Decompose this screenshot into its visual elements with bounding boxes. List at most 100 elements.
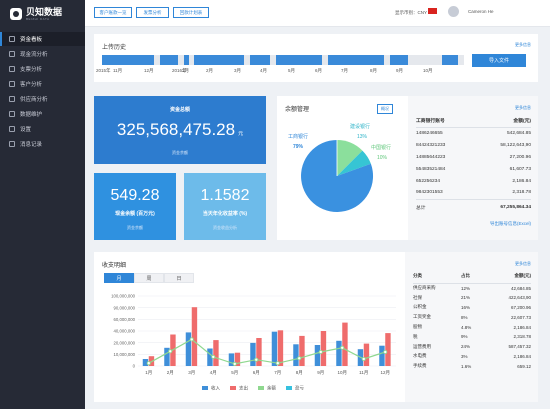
- pie-pct-icbc: 79%: [293, 144, 304, 150]
- cash-balance-link[interactable]: 资金余额: [94, 225, 176, 231]
- x-tick-label: 5月: [231, 370, 238, 376]
- accounts-more-link[interactable]: 更多信息: [515, 105, 531, 111]
- category-cell: 税: [413, 333, 418, 339]
- amount-cell: 2,186.84: [513, 324, 531, 330]
- overview-tag[interactable]: 概况: [377, 104, 393, 114]
- account-row[interactable]: 652256234 2,186.84: [416, 175, 531, 187]
- total-funds-link[interactable]: 资金余额: [94, 150, 266, 156]
- amount-cell: 22,607.73: [510, 314, 531, 320]
- message-icon: [9, 141, 15, 147]
- sidebar-item-label: 客户分析: [20, 82, 43, 88]
- share-cell: 4.8%: [461, 324, 472, 330]
- balance-line: [148, 338, 386, 365]
- china-flag-icon[interactable]: [428, 8, 437, 14]
- yield-rate-link[interactable]: 资金收益分析: [184, 225, 266, 231]
- upload-timeline[interactable]: [102, 55, 464, 65]
- customer-ledger-button[interactable]: 客户账款一览: [94, 7, 132, 18]
- x-tick-label: 12月: [380, 370, 390, 376]
- sidebar-item-5[interactable]: 数据维护: [0, 107, 85, 121]
- timeline-label: 3月: [234, 68, 242, 73]
- x-tick-label: 11月: [359, 370, 368, 376]
- yield-rate-card: 1.1582 当天年化收益率 (%) 资金收益分析: [184, 173, 266, 240]
- user-name[interactable]: Cameron He: [468, 9, 494, 14]
- export-accounts-link[interactable]: 导出账号信息(Excel): [490, 221, 531, 227]
- distribution-table: 分类 占比 金额(元) 供应商采购 12% 42,684.85 社保 21% 422,64…: [413, 270, 531, 371]
- bar-支出-6: [277, 330, 284, 366]
- sidebar-item-6[interactable]: 设置: [0, 122, 85, 136]
- tab-day[interactable]: 日: [164, 273, 194, 283]
- y-tick-label: 90,000,000: [113, 305, 135, 310]
- account-row[interactable]: 1486246655 542,684.85: [416, 127, 531, 139]
- category-cell: 运营费用: [413, 343, 431, 349]
- cashflow-panel: 收支明细 月 周 日 100,000,000 90,000,000 60,000,0…: [94, 252, 538, 402]
- yield-rate-label: 当天年化收益率 (%): [202, 211, 248, 217]
- category-cell: 水电费: [413, 353, 427, 359]
- account-number: 1486246655: [416, 130, 443, 136]
- timeline-label: 7月: [341, 68, 349, 73]
- distribution-row[interactable]: 手续费 1.6% 659.12: [413, 361, 531, 371]
- distribution-row[interactable]: 运营费用 24% 587,457.32: [413, 342, 531, 352]
- category-cell: 工资奖金: [413, 314, 431, 320]
- distribution-row[interactable]: 社保 21% 422,643,90: [413, 293, 531, 303]
- account-row[interactable]: 9842301553 2,318.78: [416, 187, 531, 199]
- invoice-analysis-button[interactable]: 发票分析: [136, 7, 169, 18]
- distribution-row[interactable]: 水电费 3% 2,186.84: [413, 352, 531, 362]
- import-file-button[interactable]: 导入文件: [472, 54, 526, 67]
- total-funds-card: 资金总额 325,568,475.28 元 资金余额: [94, 96, 266, 164]
- bar-支出-7: [299, 335, 305, 366]
- bar-支出-5: [256, 338, 262, 366]
- brand-name: 贝知数据: [26, 6, 63, 17]
- x-tick-label: 1月: [145, 370, 152, 376]
- pie-pct-ccb: 13%: [357, 134, 368, 140]
- sidebar: 贝知数据 BEIZHI DATA 资金看板现金流分析支票分析客户分析供应商分析数…: [0, 0, 85, 409]
- balance-point-3: [211, 354, 216, 359]
- sidebar-item-2[interactable]: 支票分析: [0, 62, 85, 76]
- tab-month[interactable]: 月: [104, 273, 134, 283]
- timeline-label: 6月: [315, 68, 323, 73]
- y-tick-label: 20,000,000: [113, 340, 135, 345]
- y-tick-label: 60,000,000: [113, 317, 135, 322]
- avatar[interactable]: [448, 6, 459, 17]
- sidebar-item-label: 消息记录: [20, 142, 43, 148]
- sidebar-item-label: 现金流分析: [20, 52, 48, 58]
- legend-swatch: [202, 386, 208, 390]
- brand-sub: BEIZHI DATA: [26, 16, 50, 21]
- sidebar-item-0[interactable]: 资金看板: [0, 32, 85, 46]
- distribution-row[interactable]: 工资奖金 8% 22,607.73: [413, 312, 531, 322]
- currency-selector[interactable]: 显示币别：CNY: [395, 10, 427, 16]
- sidebar-item-7[interactable]: 消息记录: [0, 137, 85, 151]
- total-funds-label: 资金总额: [169, 107, 190, 113]
- chart-icon: [9, 51, 15, 57]
- sidebar-item-3[interactable]: 客户分析: [0, 77, 85, 91]
- collection-plan-button[interactable]: 回款计划表: [173, 7, 209, 18]
- upload-more-link[interactable]: 更多信息: [515, 42, 531, 48]
- share-cell: 8%: [461, 314, 468, 320]
- bar-收入-8: [314, 345, 321, 366]
- distribution-row[interactable]: 股物 4.8% 2,186.84: [413, 322, 531, 332]
- account-row[interactable]: 84424321233 58,122,643,90: [416, 139, 531, 151]
- cashflow-title: 收支明细: [102, 263, 127, 269]
- account-row[interactable]: 14885644223 27,200.96: [416, 151, 531, 163]
- timeline-label: 8月: [370, 68, 378, 73]
- sidebar-item-4[interactable]: 供应商分析: [0, 92, 85, 106]
- sidebar-item-1[interactable]: 现金流分析: [0, 47, 85, 61]
- account-amount: 542,684.85: [506, 130, 531, 136]
- bar-收入-9: [336, 340, 342, 366]
- balance-point-9: [340, 345, 345, 350]
- x-tick-label: 8月: [296, 370, 303, 376]
- distribution-row[interactable]: 供应商采购 12% 42,684.85: [413, 283, 531, 293]
- timeline-label: 2015年: [96, 68, 111, 73]
- distribution-row[interactable]: 公积金 16% 67,200.96: [413, 303, 531, 313]
- x-tick-label: 3月: [188, 370, 195, 376]
- cashflow-more-link[interactable]: 更多信息: [515, 261, 531, 267]
- account-row[interactable]: 55483521484 61,607.73: [416, 163, 531, 175]
- timeline-label: 2月: [206, 68, 214, 73]
- bar-支出-3: [213, 340, 219, 366]
- distribution-row[interactable]: 税 9% 2,318.78: [413, 332, 531, 342]
- pie-label-icbc: 工商银行: [288, 134, 309, 140]
- tab-week[interactable]: 周: [134, 273, 164, 283]
- account-table: 工商银行账号 金额(元) 1486246655 542,684.85 8442432…: [416, 115, 531, 215]
- brand-logo[interactable]: 贝知数据 BEIZHI DATA: [10, 5, 62, 23]
- sidebar-item-label: 供应商分析: [20, 97, 48, 103]
- timeline-label: 10月: [423, 68, 433, 73]
